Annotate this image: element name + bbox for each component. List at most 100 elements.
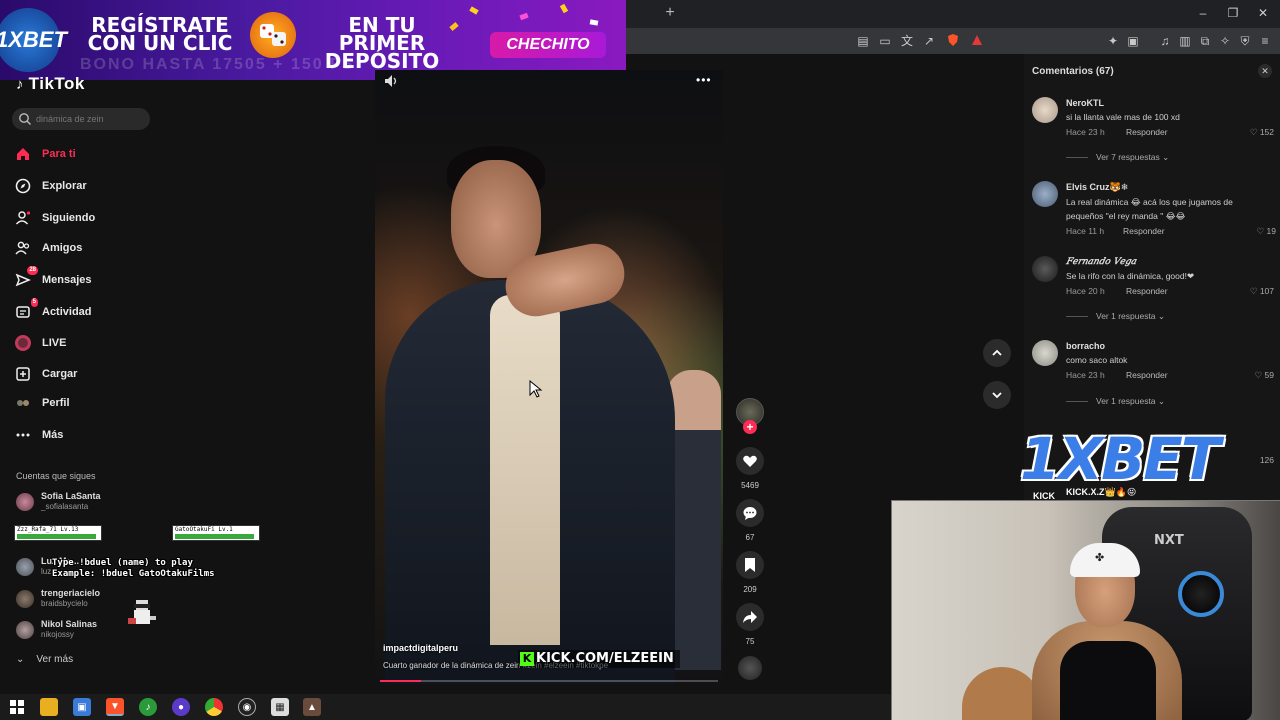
- kick-watermark: K KICK.COM/ELZEEIN: [518, 650, 680, 668]
- volume-icon[interactable]: [384, 74, 400, 88]
- ad-cta-button[interactable]: CHECHITO: [490, 32, 606, 58]
- green-app-icon[interactable]: ♪: [139, 698, 157, 716]
- vpn-icon[interactable]: ⛨: [1237, 33, 1253, 49]
- nav-item-cargar[interactable]: Cargar: [14, 362, 154, 386]
- pixel-character-icon: [120, 598, 160, 632]
- previous-video-button[interactable]: [983, 339, 1011, 367]
- nav-item-amigos[interactable]: Amigos: [14, 236, 154, 260]
- following-icon: [14, 209, 32, 227]
- extensions-icon[interactable]: ✦: [1105, 33, 1121, 49]
- video-person-shirt: [490, 295, 560, 645]
- wallet-icon[interactable]: ▣: [1125, 33, 1141, 49]
- chrome-icon[interactable]: [205, 698, 223, 716]
- ad-banner[interactable]: 1XBET REGÍSTRATE CON UN CLIC EN TU PRIME…: [0, 0, 626, 80]
- comment-author[interactable]: Elvis Cruz🐯❄: [1066, 182, 1128, 193]
- comment-like-button[interactable]: ♡ 107: [1234, 286, 1274, 297]
- upload-icon: [14, 365, 32, 383]
- media-icon[interactable]: ♫: [1157, 33, 1173, 49]
- next-video-button[interactable]: [983, 381, 1011, 409]
- save-button[interactable]: [736, 551, 764, 579]
- comment-avatar[interactable]: [1032, 181, 1058, 207]
- confetti-piece: [589, 19, 599, 26]
- comment-avatar[interactable]: [1032, 340, 1058, 366]
- webcam-person-tanktop: [1060, 641, 1156, 720]
- brave-shield-icon[interactable]: [945, 33, 961, 49]
- comment-like-count: 19: [1266, 226, 1276, 236]
- following-account[interactable]: Sofia LaSanta _sofialasanta: [14, 491, 164, 515]
- comment-author[interactable]: NeroKTL: [1066, 98, 1104, 108]
- file-explorer-icon[interactable]: [40, 698, 58, 716]
- comment-reply-button[interactable]: Responder: [1126, 370, 1168, 380]
- nav-item-live[interactable]: LIVE: [14, 331, 154, 355]
- restore-button[interactable]: ❐: [1218, 4, 1248, 22]
- calculator-icon[interactable]: ▦: [271, 698, 289, 716]
- share-count: 75: [745, 637, 755, 646]
- music-disc-icon[interactable]: [738, 656, 762, 680]
- close-icon: ✕: [1261, 66, 1269, 76]
- comment-author[interactable]: 𝐹𝑒𝑟𝑛𝑎𝑛𝑑𝑜 𝑉𝑒𝑔𝑎: [1066, 257, 1136, 267]
- menu-icon[interactable]: ≡: [1257, 33, 1273, 49]
- discord-like-icon[interactable]: ●: [172, 698, 190, 716]
- comment-like-button[interactable]: ♡ 19: [1236, 226, 1276, 237]
- see-more-button[interactable]: ⌄ Ver más: [16, 654, 126, 670]
- comment-like-button[interactable]: ♡ 152: [1234, 127, 1274, 138]
- comment-time: Hace 11 h: [1066, 226, 1105, 236]
- kick-watermark-text: KICK.COM/ELZEEIN: [536, 651, 674, 666]
- comment-avatar[interactable]: [1032, 97, 1058, 123]
- dice-icon: [250, 12, 296, 58]
- comment-avatar[interactable]: [1032, 256, 1058, 282]
- view-replies-button[interactable]: Ver 7 respuestas ⌄: [1096, 152, 1169, 163]
- comment-reply-button[interactable]: Responder: [1126, 286, 1168, 296]
- video-player[interactable]: [375, 70, 723, 684]
- store-icon[interactable]: ▣: [73, 698, 91, 716]
- confetti-piece: [469, 6, 479, 15]
- translate-icon[interactable]: 文: [899, 33, 915, 49]
- rewards-icon[interactable]: [969, 33, 985, 49]
- profile-icon: [14, 394, 32, 412]
- comment-text: Se la rifo con la dinámica, good!❤: [1066, 271, 1195, 281]
- comment-author[interactable]: borracho: [1066, 341, 1105, 351]
- video-progress-track[interactable]: [380, 680, 718, 682]
- view-replies-button[interactable]: Ver 1 respuesta ⌄: [1096, 396, 1165, 407]
- search-icon[interactable]: [18, 112, 32, 126]
- nav-item-siguiendo[interactable]: Siguiendo: [14, 206, 154, 230]
- new-tab-button[interactable]: +: [662, 5, 678, 21]
- sidebar-toggle-icon[interactable]: ▥: [1177, 33, 1193, 49]
- nav-item-explorar[interactable]: Explorar: [14, 174, 154, 198]
- comment-like-button[interactable]: ♡ 59: [1234, 370, 1274, 381]
- tab-strip: [626, 0, 1280, 26]
- mouse-cursor-icon: [529, 380, 543, 398]
- nav-label: LIVE: [42, 337, 67, 349]
- game-app-icon[interactable]: ▲: [303, 698, 321, 716]
- reader-icon[interactable]: ▤: [855, 33, 871, 49]
- brave-browser-icon[interactable]: ▼: [106, 698, 124, 716]
- share-button[interactable]: [736, 603, 764, 631]
- nav-item-perfil[interactable]: Perfil: [14, 391, 154, 415]
- video-author[interactable]: impactdigitalperu: [383, 643, 458, 653]
- close-comments-button[interactable]: ✕: [1258, 64, 1272, 78]
- leo-icon[interactable]: ✧: [1217, 33, 1233, 49]
- close-window-button[interactable]: ✕: [1248, 4, 1278, 22]
- video-options-icon[interactable]: •••: [696, 74, 714, 86]
- nav-item-mensajes[interactable]: 28 Mensajes: [14, 266, 154, 292]
- nav-item-para-ti[interactable]: Para ti: [14, 142, 154, 166]
- minimize-button[interactable]: –: [1188, 4, 1218, 22]
- obs-icon[interactable]: ◉: [238, 698, 256, 716]
- tiktok-logo[interactable]: ♪ TikTok: [16, 74, 85, 94]
- like-button[interactable]: [736, 447, 764, 475]
- comment-button[interactable]: [736, 499, 764, 527]
- friends-icon: [14, 239, 32, 257]
- tabs-icon[interactable]: ⧉: [1197, 33, 1213, 49]
- nav-item-mas[interactable]: Más: [14, 423, 154, 447]
- share-icon[interactable]: ↗: [921, 33, 937, 49]
- view-replies-button[interactable]: Ver 1 respuesta ⌄: [1096, 311, 1165, 322]
- windows-start-icon[interactable]: [8, 698, 26, 716]
- comment-reply-button[interactable]: Responder: [1123, 226, 1165, 236]
- avatar: [16, 590, 34, 608]
- search-input[interactable]: [36, 112, 144, 126]
- screenshot-icon[interactable]: ▭: [877, 33, 893, 49]
- comment-reply-button[interactable]: Responder: [1126, 127, 1168, 137]
- follow-plus-button[interactable]: +: [743, 420, 757, 434]
- comment-time: Hace 23 h: [1066, 127, 1105, 137]
- nav-item-actividad[interactable]: 5 Actividad: [14, 298, 154, 324]
